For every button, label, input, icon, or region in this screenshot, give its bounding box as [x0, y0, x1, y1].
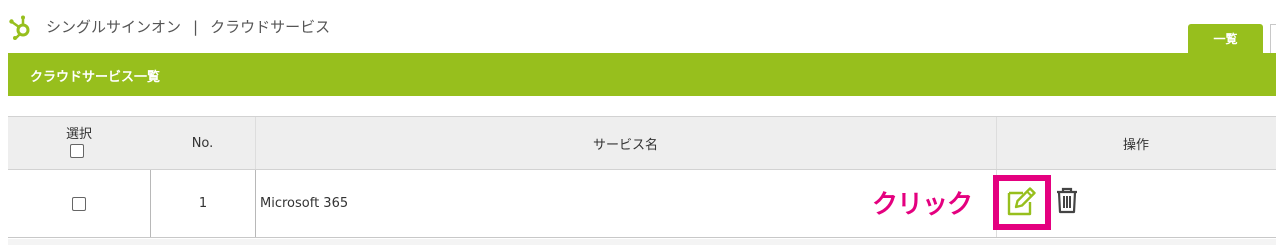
edit-icon[interactable]	[1004, 185, 1038, 219]
page-header: シングルサインオン | クラウドサービス 一覧	[0, 0, 1276, 54]
breadcrumb-item-sso[interactable]: シングルサインオン	[46, 18, 181, 36]
table-row: 1 Microsoft 365	[8, 170, 1276, 238]
row-select-checkbox[interactable]	[72, 196, 86, 211]
click-annotation: クリック	[872, 190, 973, 220]
column-header-service-name: サービス名	[592, 137, 658, 153]
select-all-checkbox[interactable]	[70, 144, 84, 158]
section-banner: クラウドサービス一覧	[8, 53, 1276, 96]
column-label-select: 選択	[65, 127, 92, 142]
next-row-edge	[8, 239, 1276, 245]
trash-icon[interactable]	[1055, 186, 1079, 214]
row-select-cell	[8, 170, 150, 237]
table-header: 選択 No. サービス名 操作	[8, 116, 1276, 170]
column-header-select: 選択	[8, 117, 150, 169]
section-title: クラウドサービス一覧	[30, 70, 161, 85]
breadcrumb: シングルサインオン | クラウドサービス	[46, 16, 330, 37]
row-number: 1	[150, 170, 255, 237]
breadcrumb-item-cloud-services: クラウドサービス	[210, 18, 331, 36]
cloud-service-table: 選択 No. サービス名 操作 1 Microsoft 365	[8, 116, 1276, 245]
column-header-no: No.	[191, 135, 214, 151]
tab-list[interactable]: 一覧	[1188, 24, 1263, 54]
column-header-operations: 操作	[1122, 137, 1149, 153]
hubspot-sprocket-icon	[9, 15, 30, 40]
breadcrumb-separator: |	[193, 18, 199, 36]
tab-next[interactable]	[1270, 24, 1276, 54]
